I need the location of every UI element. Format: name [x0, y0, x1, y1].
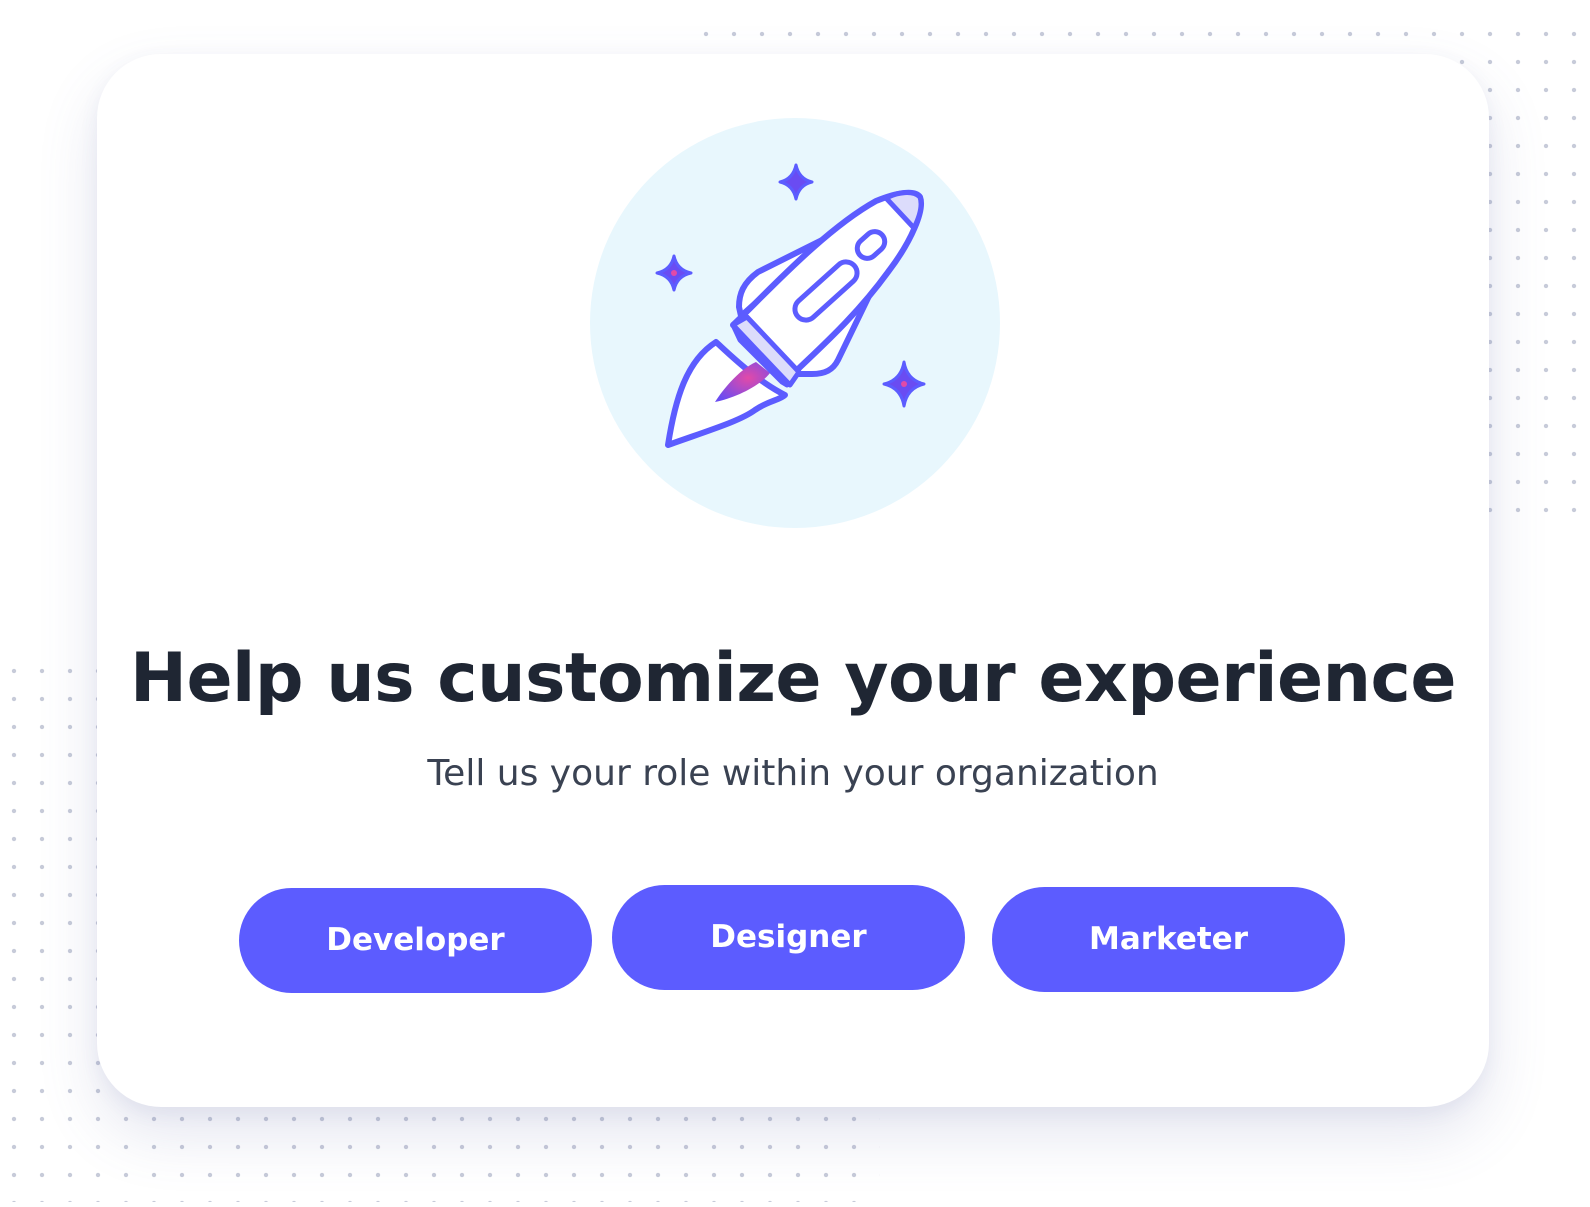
page-title: Help us customize your experience: [130, 639, 1456, 718]
developer-button[interactable]: Developer: [239, 888, 592, 993]
rocket-illustration: [590, 118, 1000, 528]
onboarding-card: Help us customize your experience Tell u…: [97, 54, 1489, 1107]
rocket-illustration-graphic: [590, 118, 1000, 528]
marketer-button[interactable]: Marketer: [992, 887, 1345, 992]
designer-button[interactable]: Designer: [612, 885, 965, 990]
page-subtitle: Tell us your role within your organizati…: [427, 753, 1159, 794]
